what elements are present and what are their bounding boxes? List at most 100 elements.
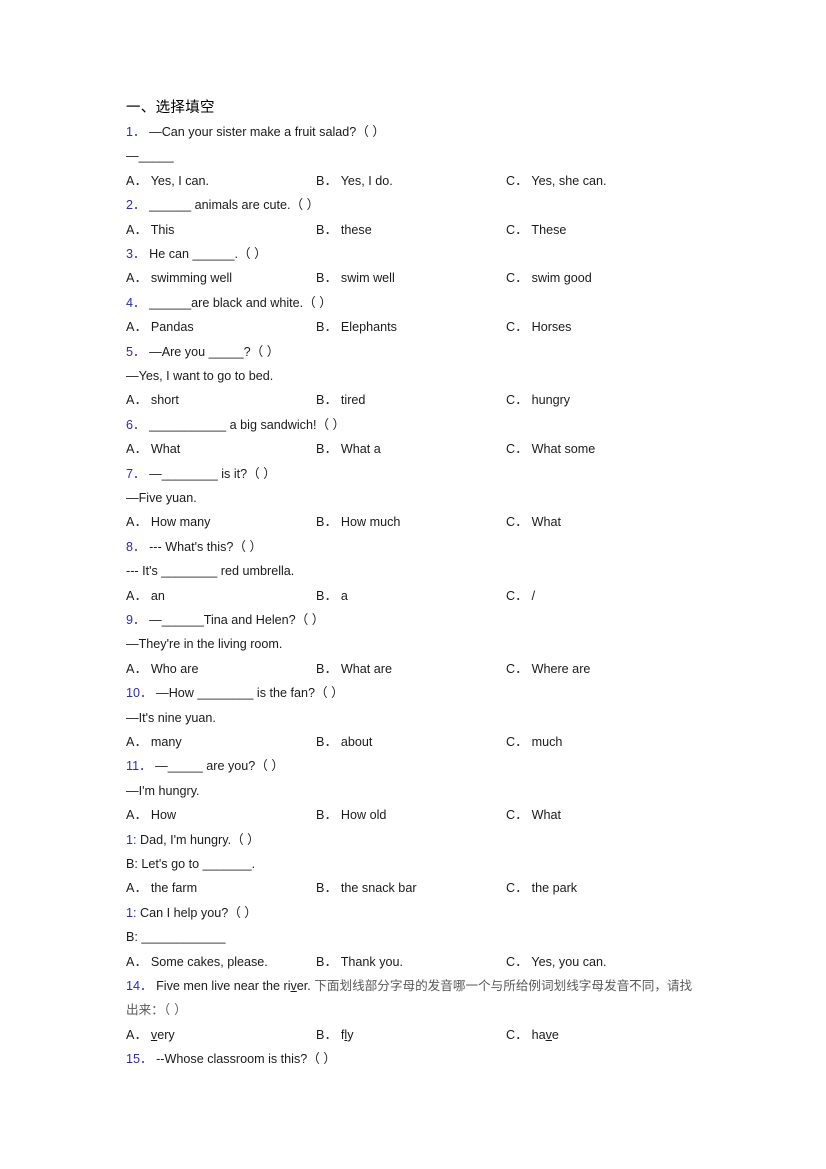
- question-sub-11: —I'm hungry.: [126, 783, 200, 798]
- question-number-2: 2．: [126, 198, 146, 213]
- question-number-15: 15．: [126, 1052, 153, 1067]
- option-text-c-2: These: [531, 222, 567, 237]
- option-text-b-7: How much: [340, 515, 401, 530]
- question-sub-12: B: Let's go to _______.: [126, 857, 256, 872]
- option-label-c: C．: [506, 515, 529, 530]
- option-c-10[interactable]: C． much: [506, 730, 562, 754]
- question-text-11: —_____ are you?（ ）: [155, 759, 284, 774]
- option-c-7[interactable]: C． What: [506, 510, 561, 534]
- option-text-c-14-pre: ha: [531, 1027, 546, 1042]
- option-a-9[interactable]: A． Who are: [126, 657, 199, 681]
- option-label-c: C．: [506, 320, 529, 335]
- option-a-7[interactable]: A． How many: [126, 510, 210, 534]
- question-sub-13: B: ____________: [126, 930, 226, 945]
- option-a-6[interactable]: A． What: [126, 437, 180, 461]
- question-stem-13: 1: Can I help you?（ ）: [126, 901, 730, 925]
- option-label-a: A．: [126, 881, 148, 896]
- option-a-10[interactable]: A． many: [126, 730, 182, 754]
- question-sub-1: —_____: [126, 149, 174, 164]
- option-a-14[interactable]: A． very: [126, 1023, 175, 1047]
- options-row-3: A． swimming well B． swim well C． swim go…: [126, 266, 730, 290]
- option-text-b-14-post: y: [347, 1027, 354, 1042]
- option-a-4[interactable]: A． Pandas: [126, 315, 194, 339]
- question-number-14: 14．: [126, 979, 153, 994]
- option-a-1[interactable]: A． Yes, I can.: [126, 169, 209, 193]
- option-text-c-11: What: [531, 808, 561, 823]
- options-row-5: A． short B． tired C． hungry: [126, 388, 730, 412]
- options-row-10: A． many B． about C． much: [126, 730, 730, 754]
- options-row-2: A． This B． these C． These: [126, 218, 730, 242]
- option-c-5[interactable]: C． hungry: [506, 388, 570, 412]
- option-label-a: A．: [126, 1027, 148, 1042]
- question-text-3: He can ______.（ ）: [149, 247, 267, 261]
- question-stem-10: 10． —How ________ is the fan?（ ）: [126, 681, 730, 705]
- option-c-1[interactable]: C． Yes, she can.: [506, 169, 607, 193]
- option-text-b-12: the snack bar: [340, 881, 417, 896]
- question-text-4: ______are black and white.（ ）: [149, 295, 332, 310]
- option-b-11[interactable]: B． How old: [316, 803, 386, 827]
- option-a-3[interactable]: A． swimming well: [126, 266, 232, 290]
- option-c-3[interactable]: C． swim good: [506, 266, 592, 290]
- section-title: 一、选择填空: [126, 100, 215, 116]
- question-stem-12: 1: Dad, I'm hungry.（ ）: [126, 828, 730, 852]
- option-a-13[interactable]: A． Some cakes, please.: [126, 950, 268, 974]
- option-b-8[interactable]: B． a: [316, 584, 348, 608]
- option-b-13[interactable]: B． Thank you.: [316, 950, 403, 974]
- option-b-5[interactable]: B． tired: [316, 388, 365, 412]
- option-c-11[interactable]: C． What: [506, 803, 561, 827]
- options-row-1: A． Yes, I can. B． Yes, I do. C． Yes, she…: [126, 169, 730, 193]
- option-c-14[interactable]: C． have: [506, 1023, 559, 1047]
- option-b-6[interactable]: B． What a: [316, 437, 381, 461]
- option-a-12[interactable]: A． the farm: [126, 876, 197, 900]
- option-c-6[interactable]: C． What some: [506, 437, 595, 461]
- option-label-b: B．: [316, 735, 338, 750]
- option-label-c: C．: [506, 442, 529, 457]
- option-b-1[interactable]: B． Yes, I do.: [316, 169, 393, 193]
- option-text-c-10: much: [531, 735, 563, 750]
- option-c-2[interactable]: C． These: [506, 218, 566, 242]
- question-text-14-post: er.: [296, 979, 311, 994]
- option-text-a-7: How many: [150, 515, 211, 530]
- option-label-b: B．: [316, 515, 338, 530]
- option-b-12[interactable]: B． the snack bar: [316, 876, 417, 900]
- option-text-c-7: What: [531, 515, 561, 530]
- option-b-2[interactable]: B． these: [316, 218, 372, 242]
- question-stem-6: 6． ___________ a big sandwich!（ ）: [126, 413, 730, 437]
- option-text-a-1: Yes, I can.: [150, 173, 210, 188]
- option-label-a: A．: [126, 271, 148, 286]
- option-b-10[interactable]: B． about: [316, 730, 372, 754]
- option-a-5[interactable]: A． short: [126, 388, 179, 412]
- question-number-1: 1．: [126, 125, 146, 139]
- option-b-7[interactable]: B． How much: [316, 510, 400, 534]
- question-stem-5: 5． —Are you _____?（ ）: [126, 340, 730, 364]
- option-text-a-4: Pandas: [150, 320, 194, 335]
- option-b-9[interactable]: B． What are: [316, 657, 392, 681]
- option-label-a: A．: [126, 393, 148, 408]
- option-b-3[interactable]: B． swim well: [316, 266, 395, 290]
- option-text-b-3: swim well: [340, 271, 395, 286]
- option-text-b-4: Elephants: [340, 320, 397, 335]
- option-a-8[interactable]: A． an: [126, 584, 165, 608]
- option-a-2[interactable]: A． This: [126, 218, 174, 242]
- option-c-12[interactable]: C． the park: [506, 876, 577, 900]
- option-label-a: A．: [126, 954, 148, 969]
- option-b-14[interactable]: B． fly: [316, 1023, 354, 1047]
- question-stem-1: 1． —Can your sister make a fruit salad?（…: [126, 120, 730, 144]
- option-a-11[interactable]: A． How: [126, 803, 176, 827]
- option-c-13[interactable]: C． Yes, you can.: [506, 950, 607, 974]
- option-label-a: A．: [126, 222, 148, 237]
- option-text-c-4: Horses: [531, 320, 572, 335]
- question-number-9: 9．: [126, 613, 146, 627]
- option-label-b: B．: [316, 271, 338, 286]
- option-label-c: C．: [506, 173, 529, 188]
- question-text-5: —Are you _____?（ ）: [149, 344, 280, 359]
- question-stem-15: 15． --Whose classroom is this?（ ）: [126, 1047, 730, 1071]
- option-label-b: B．: [316, 808, 338, 823]
- option-c-4[interactable]: C． Horses: [506, 315, 571, 339]
- question-sub-10: —It's nine yuan.: [126, 710, 216, 725]
- option-c-8[interactable]: C． /: [506, 584, 535, 608]
- option-b-4[interactable]: B． Elephants: [316, 315, 397, 339]
- option-c-9[interactable]: C． Where are: [506, 657, 590, 681]
- option-label-a: A．: [126, 735, 148, 750]
- option-text-c-13: Yes, you can.: [531, 954, 607, 969]
